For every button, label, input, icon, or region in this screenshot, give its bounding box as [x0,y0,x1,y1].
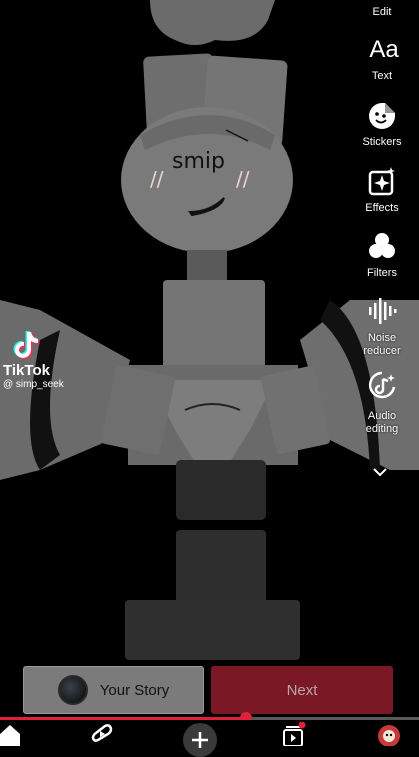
stickers-tool-label: Stickers [362,136,402,148]
filters-icon [369,233,395,258]
noise-reducer-label-line2: reducer [363,345,401,357]
next-label: Next [286,681,318,699]
audio-editing-label-line2: editing [365,423,399,435]
chevron-down-icon[interactable] [373,467,387,477]
bottom-navbar [0,720,419,757]
tiktok-brand: TikTok [3,362,50,379]
your-story-label: Your Story [99,681,170,699]
story-avatar [57,675,88,705]
next-button[interactable]: Next [211,666,393,714]
svg-text://: // [150,167,164,191]
tiktok-username: @ simp_seek [3,379,64,390]
filters-tool-label: Filters [367,267,397,279]
your-story-button[interactable]: Your Story [23,666,204,714]
home-icon[interactable] [0,722,22,746]
text-tool-label: Text [371,70,393,82]
edit-label: Edit [372,6,392,18]
roblox-avatar-artwork: smip // // [0,0,419,660]
text-icon: Aa [369,36,399,63]
effects-tool-label: Effects [365,202,399,214]
effects-icon [368,167,395,196]
audio-edit-icon [368,371,396,399]
shorts-icon[interactable] [90,722,114,746]
profile-avatar-icon[interactable] [377,722,401,746]
svg-text://: // [236,167,250,191]
waveform-icon [369,298,397,324]
audio-editing-label-line1: Audio [367,410,397,422]
create-icon[interactable] [183,723,217,757]
tiktok-logo-icon [13,331,40,359]
sticker-icon [369,103,395,129]
noise-reducer-label-line1: Noise [367,332,397,344]
subscriptions-icon[interactable] [282,722,306,746]
video-canvas[interactable]: smip // // [0,0,419,745]
svg-text:smip: smip [172,149,225,174]
